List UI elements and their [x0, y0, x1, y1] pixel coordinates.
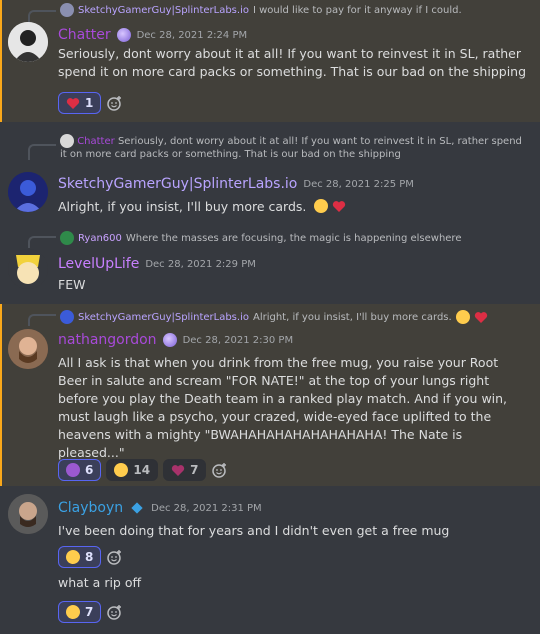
- reaction-heart[interactable]: 1: [58, 92, 102, 114]
- message-chatter-1: SketchyGamerGuy|SplinterLabs.io I would …: [0, 0, 540, 122]
- timestamp: Dec 28, 2021 2:25 PM: [303, 178, 414, 190]
- reply-preview[interactable]: Ryan600 Where the masses are focusing, t…: [60, 231, 461, 245]
- heart-icon: [333, 201, 346, 212]
- joy-icon: [114, 463, 129, 477]
- grimace-emoji-icon: [314, 199, 329, 213]
- reply-spine: [28, 314, 56, 326]
- avatar[interactable]: [8, 22, 48, 62]
- message-levelup: Ryan600 Where the masses are focusing, t…: [0, 222, 540, 304]
- message-text-followup: what a rip off: [58, 575, 142, 590]
- message-text: I've been doing that for years and I did…: [58, 523, 450, 538]
- message-text: Seriously, dont worry about it at all! I…: [58, 46, 527, 79]
- avatar[interactable]: [8, 494, 48, 534]
- reaction-count: 7: [190, 463, 199, 477]
- diamond-icon: [131, 502, 143, 514]
- reply-avatar: [60, 3, 74, 17]
- message-text: All I ask is that when you drink from th…: [58, 355, 508, 460]
- reaction-count: 1: [85, 96, 94, 110]
- reply-text: Alright, if you insist, I'll buy more ca…: [252, 311, 452, 323]
- heart-icon: [171, 464, 185, 476]
- heart-icon: [474, 311, 487, 323]
- reply-text: I would like to pay for it anyway if I c…: [252, 4, 462, 16]
- rofl-icon: [63, 547, 83, 567]
- message-sketchy: Chatter Seriously, dont worry about it a…: [0, 122, 540, 222]
- reply-preview[interactable]: Chatter Seriously, dont worry about it a…: [60, 134, 530, 161]
- add-reaction-button[interactable]: [211, 461, 229, 479]
- reply-avatar: [60, 134, 74, 148]
- timestamp: Dec 28, 2021 2:30 PM: [182, 334, 294, 346]
- reply-author[interactable]: Chatter: [77, 136, 115, 147]
- username[interactable]: Clayboyn: [58, 500, 123, 516]
- avatar[interactable]: [8, 249, 48, 289]
- reply-author[interactable]: SketchyGamerGuy|SplinterLabs.io: [78, 5, 249, 16]
- add-reaction-button[interactable]: [106, 548, 124, 566]
- add-reaction-icon: [107, 550, 122, 565]
- add-reaction-button[interactable]: [106, 94, 124, 112]
- reply-text: Where the masses are focusing, the magic…: [125, 232, 462, 244]
- reply-preview[interactable]: SketchyGamerGuy|SplinterLabs.io I would …: [60, 3, 462, 17]
- reaction-count: 14: [133, 463, 151, 477]
- message-text-body: Alright, if you insist, I'll buy more ca…: [58, 199, 307, 214]
- reaction-count: 7: [85, 605, 94, 619]
- reaction-joy[interactable]: 14: [106, 459, 159, 481]
- reply-text: Seriously, dont worry about it at all! I…: [60, 136, 522, 160]
- reaction-count: 8: [85, 550, 94, 564]
- grimace-emoji-icon: [455, 310, 470, 324]
- reaction-rofl[interactable]: 7: [58, 601, 102, 623]
- reaction-purple-face[interactable]: 6: [58, 459, 102, 481]
- avatar[interactable]: [8, 329, 48, 369]
- reply-avatar: [60, 310, 74, 324]
- avatar[interactable]: [8, 172, 48, 212]
- username[interactable]: LevelUpLife: [58, 256, 139, 272]
- reply-spine: [28, 144, 56, 160]
- timestamp: Dec 28, 2021 2:24 PM: [136, 29, 248, 41]
- username[interactable]: nathangordon: [58, 332, 157, 348]
- purple-face-icon: [66, 463, 80, 477]
- message-text: Alright, if you insist, I'll buy more ca…: [58, 198, 528, 216]
- timestamp: Dec 28, 2021 2:31 PM: [151, 502, 262, 514]
- role-badge-icon: [162, 333, 177, 347]
- heart-icon: [66, 97, 80, 109]
- add-reaction-icon: [212, 463, 227, 478]
- add-reaction-icon: [107, 96, 122, 111]
- timestamp: Dec 28, 2021 2:29 PM: [145, 258, 256, 270]
- reply-spine: [28, 10, 56, 22]
- username[interactable]: SketchyGamerGuy|SplinterLabs.io: [58, 176, 297, 192]
- reaction-count: 6: [85, 463, 94, 477]
- role-badge-icon: [116, 28, 131, 42]
- reply-avatar: [60, 231, 74, 245]
- message-text: FEW: [58, 277, 86, 292]
- message-nathan: SketchyGamerGuy|SplinterLabs.io Alright,…: [0, 304, 540, 486]
- rofl-icon: [63, 602, 83, 622]
- username[interactable]: Chatter: [58, 27, 111, 43]
- reply-author[interactable]: Ryan600: [78, 233, 122, 244]
- reply-preview[interactable]: SketchyGamerGuy|SplinterLabs.io Alright,…: [60, 310, 488, 324]
- reaction-rofl[interactable]: 8: [58, 546, 102, 568]
- reply-author[interactable]: SketchyGamerGuy|SplinterLabs.io: [78, 312, 249, 323]
- message-clayboyn: Clayboyn Dec 28, 2021 2:31 PM I've been …: [0, 486, 540, 634]
- reaction-heart-purple[interactable]: 7: [163, 459, 207, 481]
- add-reaction-icon: [107, 605, 122, 620]
- add-reaction-button[interactable]: [106, 603, 124, 621]
- reply-spine: [28, 236, 56, 248]
